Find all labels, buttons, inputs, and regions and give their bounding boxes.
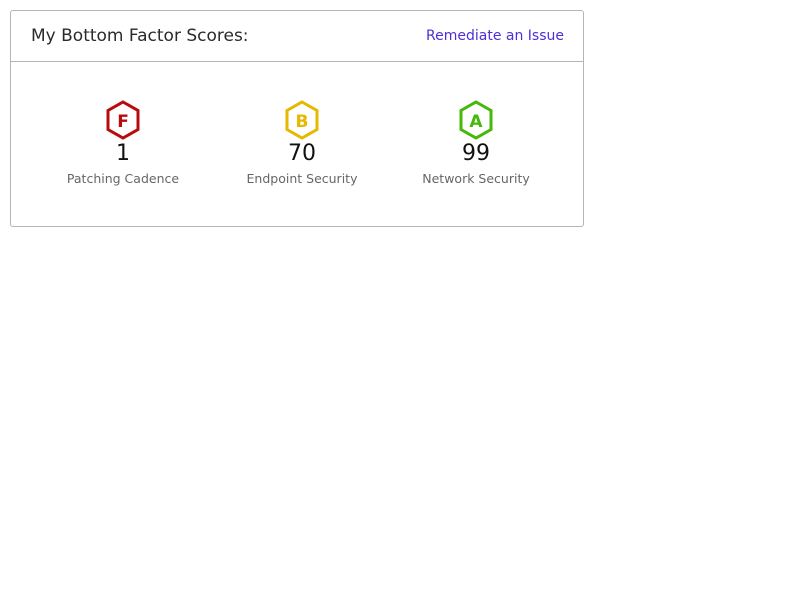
grade-hexagon-icon: F (106, 100, 140, 140)
scores-row: F 1 Patching Cadence B 70 Endpoint Secur… (11, 62, 583, 226)
factor-label: Endpoint Security (246, 171, 358, 186)
grade-letter: B (296, 112, 309, 132)
card-header: My Bottom Factor Scores: Remediate an Is… (11, 11, 583, 62)
bottom-factor-scores-card: My Bottom Factor Scores: Remediate an Is… (10, 10, 584, 227)
grade-hexagon-icon: A (459, 100, 493, 140)
score-value: 70 (288, 141, 316, 166)
factor-label: Patching Cadence (66, 171, 180, 186)
grade-hexagon-icon: B (285, 100, 319, 140)
grade-letter: F (117, 112, 129, 132)
remediate-issue-link[interactable]: Remediate an Issue (426, 28, 564, 44)
score-value: 1 (116, 141, 130, 166)
factor-score-endpoint-security[interactable]: B 70 Endpoint Security (222, 100, 382, 186)
factor-score-patching-cadence[interactable]: F 1 Patching Cadence (43, 100, 203, 186)
factor-score-network-security[interactable]: A 99 Network Security (396, 100, 556, 186)
grade-letter: A (469, 112, 483, 132)
factor-label: Network Security (422, 171, 530, 186)
score-value: 99 (462, 141, 490, 166)
card-title: My Bottom Factor Scores: (31, 26, 249, 46)
